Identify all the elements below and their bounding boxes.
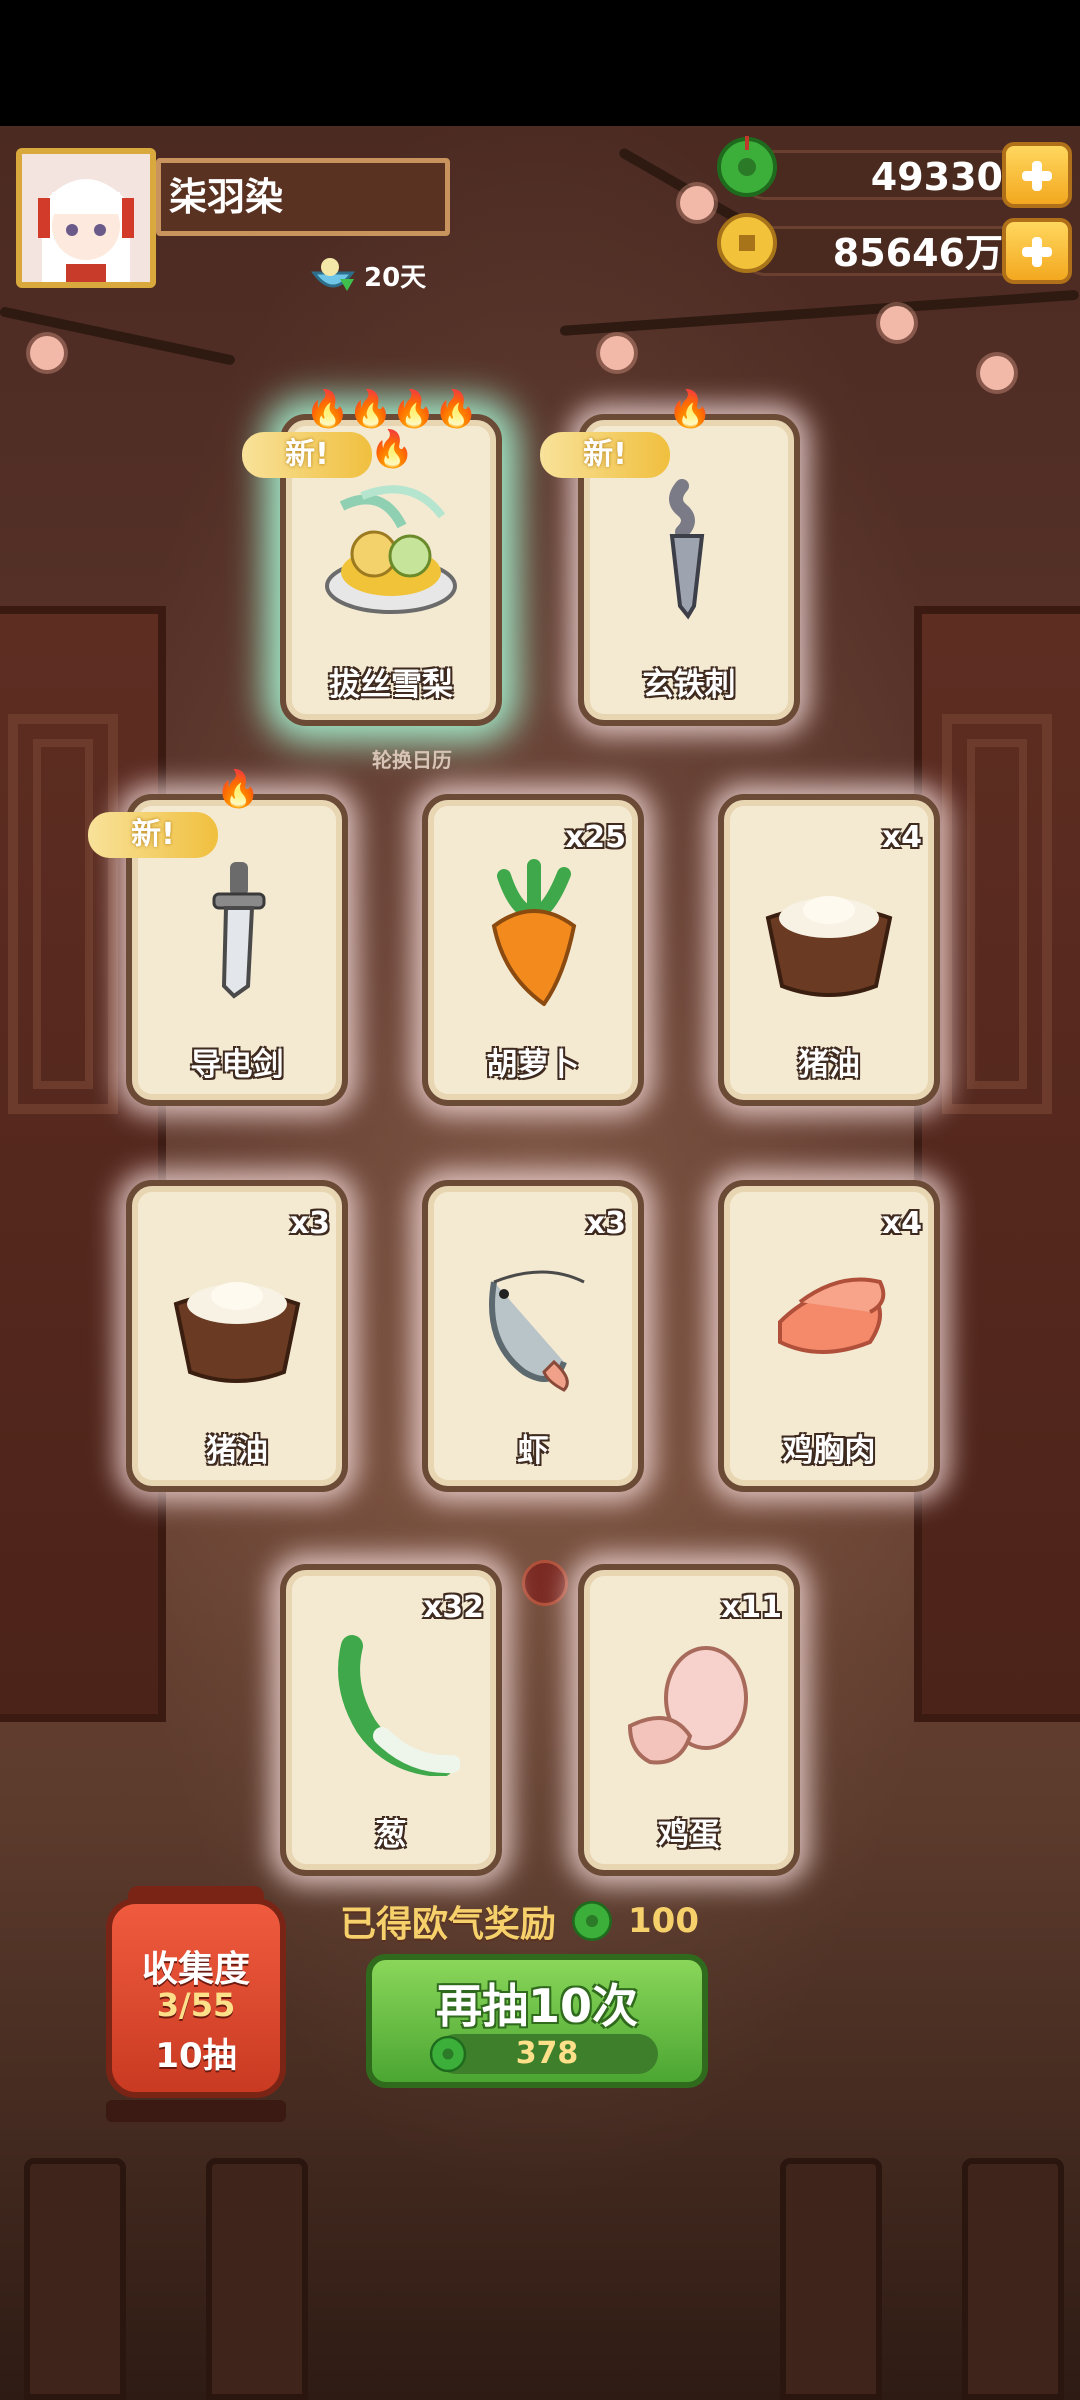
card-name: 葱 bbox=[375, 1817, 407, 1853]
blossom-decoration bbox=[680, 186, 714, 220]
card-name: 拔丝雪梨 bbox=[329, 667, 453, 703]
card-name: 猪油 bbox=[206, 1433, 268, 1469]
fence-post bbox=[780, 2158, 882, 2400]
days-counter: 20天 bbox=[310, 250, 426, 300]
new-badge: 新! bbox=[242, 432, 372, 478]
lard-bowl-icon bbox=[765, 896, 893, 997]
draw-again-label: 再抽10次 bbox=[435, 1979, 638, 2033]
card-name: 鸡胸肉 bbox=[782, 1433, 876, 1469]
new-badge: 新! bbox=[540, 432, 670, 478]
reward-card-8[interactable]: x32 葱 bbox=[280, 1564, 502, 1876]
flame-rating-icon: 🔥 bbox=[215, 769, 261, 810]
collection-lantern[interactable]: 收集度 3/55 10抽 bbox=[106, 1898, 286, 2098]
blossom-decoration bbox=[980, 356, 1014, 390]
card-name: 玄铁刺 bbox=[642, 667, 736, 703]
player-name: 柒羽染 bbox=[156, 158, 450, 236]
egg-icon bbox=[627, 1646, 748, 1765]
pear-dish-icon bbox=[325, 485, 457, 614]
draw-cost-bar: 378 bbox=[429, 2034, 658, 2074]
reward-card-6[interactable]: x3 虾 bbox=[422, 1180, 644, 1492]
card-name: 虾 bbox=[517, 1433, 549, 1469]
collection-title: 收集度 bbox=[141, 1949, 250, 1990]
blossom-decoration bbox=[880, 306, 914, 340]
fence-post bbox=[962, 2158, 1064, 2400]
card-quantity: x3 bbox=[289, 1206, 330, 1241]
card-name: 猪油 bbox=[798, 1047, 860, 1083]
card-name: 鸡蛋 bbox=[658, 1817, 720, 1853]
reward-card-5[interactable]: x3 猪油 bbox=[126, 1180, 348, 1492]
rotation-calendar-label: 轮换日历 bbox=[372, 748, 452, 772]
blossom-decoration bbox=[30, 336, 64, 370]
jade-coin-icon bbox=[717, 136, 777, 197]
blossom-decoration bbox=[600, 336, 634, 370]
luck-reward-label: 已得欧气奖励 bbox=[340, 1904, 557, 1945]
card-quantity: x4 bbox=[881, 820, 922, 855]
coin-currency: 85646万 bbox=[717, 213, 1080, 284]
flame-rating-icon: 🔥 bbox=[667, 389, 713, 430]
bowl-icon bbox=[311, 258, 355, 291]
status-bar bbox=[0, 0, 1080, 126]
days-value: 20天 bbox=[364, 262, 427, 293]
luck-reward-value: 100 bbox=[628, 1901, 699, 1941]
card-quantity: x32 bbox=[422, 1590, 484, 1625]
jade-amount: 49330 bbox=[740, 150, 1030, 200]
avatar[interactable] bbox=[16, 148, 156, 288]
card-quantity: x3 bbox=[585, 1206, 626, 1241]
chicken-breast-icon bbox=[778, 1277, 886, 1354]
add-coins-button[interactable] bbox=[1002, 218, 1072, 284]
reward-card-7[interactable]: x4 鸡胸肉 bbox=[718, 1180, 940, 1492]
sword-icon bbox=[212, 862, 266, 999]
jade-coin-icon bbox=[572, 1901, 613, 1941]
reward-card-9[interactable]: x11 鸡蛋 bbox=[578, 1564, 800, 1876]
lattice-decoration bbox=[8, 714, 118, 1114]
carrot-icon bbox=[491, 859, 577, 1006]
card-name: 导电剑 bbox=[190, 1047, 284, 1083]
right-door-panel bbox=[914, 606, 1080, 1722]
jade-currency: 49330 bbox=[717, 136, 1080, 208]
new-badge: 新! bbox=[88, 812, 218, 858]
draw-10-again-button[interactable]: 再抽10次 378 bbox=[366, 1954, 708, 2088]
collection-pulls: 10抽 bbox=[155, 2036, 237, 2076]
iron-dagger-icon bbox=[669, 479, 705, 620]
lard-bowl-icon bbox=[173, 1282, 301, 1383]
reward-card-0[interactable]: 🔥🔥🔥🔥🔥 新! 拔丝雪梨 bbox=[242, 390, 502, 726]
reward-card-2[interactable]: 🔥 新! 导电剑 bbox=[88, 770, 348, 1106]
luck-reward: 已得欧气奖励 100 bbox=[340, 1895, 699, 1947]
fence-post bbox=[24, 2158, 126, 2400]
avatar-portrait bbox=[22, 154, 150, 282]
branch-decoration bbox=[559, 289, 1080, 336]
card-quantity: x4 bbox=[881, 1206, 922, 1241]
coin-amount: 85646万 bbox=[740, 226, 1030, 276]
shrimp-icon bbox=[489, 1270, 585, 1392]
card-quantity: x11 bbox=[720, 1590, 782, 1625]
reward-card-4[interactable]: x4 猪油 bbox=[718, 794, 940, 1106]
fence-post bbox=[206, 2158, 308, 2400]
lantern-base bbox=[106, 2100, 286, 2122]
add-jade-button[interactable] bbox=[1002, 142, 1072, 208]
collection-progress: 3/55 bbox=[156, 1986, 236, 2024]
card-name: 胡萝卜 bbox=[486, 1047, 580, 1083]
draw-cost: 378 bbox=[515, 2036, 579, 2071]
reward-card-3[interactable]: x25 胡萝卜 bbox=[422, 794, 644, 1106]
star-marker-icon bbox=[522, 1560, 568, 1606]
gold-coin-icon bbox=[717, 213, 777, 273]
lattice-decoration bbox=[942, 714, 1052, 1114]
reward-card-1[interactable]: 🔥 新! 玄铁刺 bbox=[540, 390, 800, 726]
card-quantity: x25 bbox=[564, 820, 626, 855]
scallion-icon bbox=[338, 1635, 460, 1776]
